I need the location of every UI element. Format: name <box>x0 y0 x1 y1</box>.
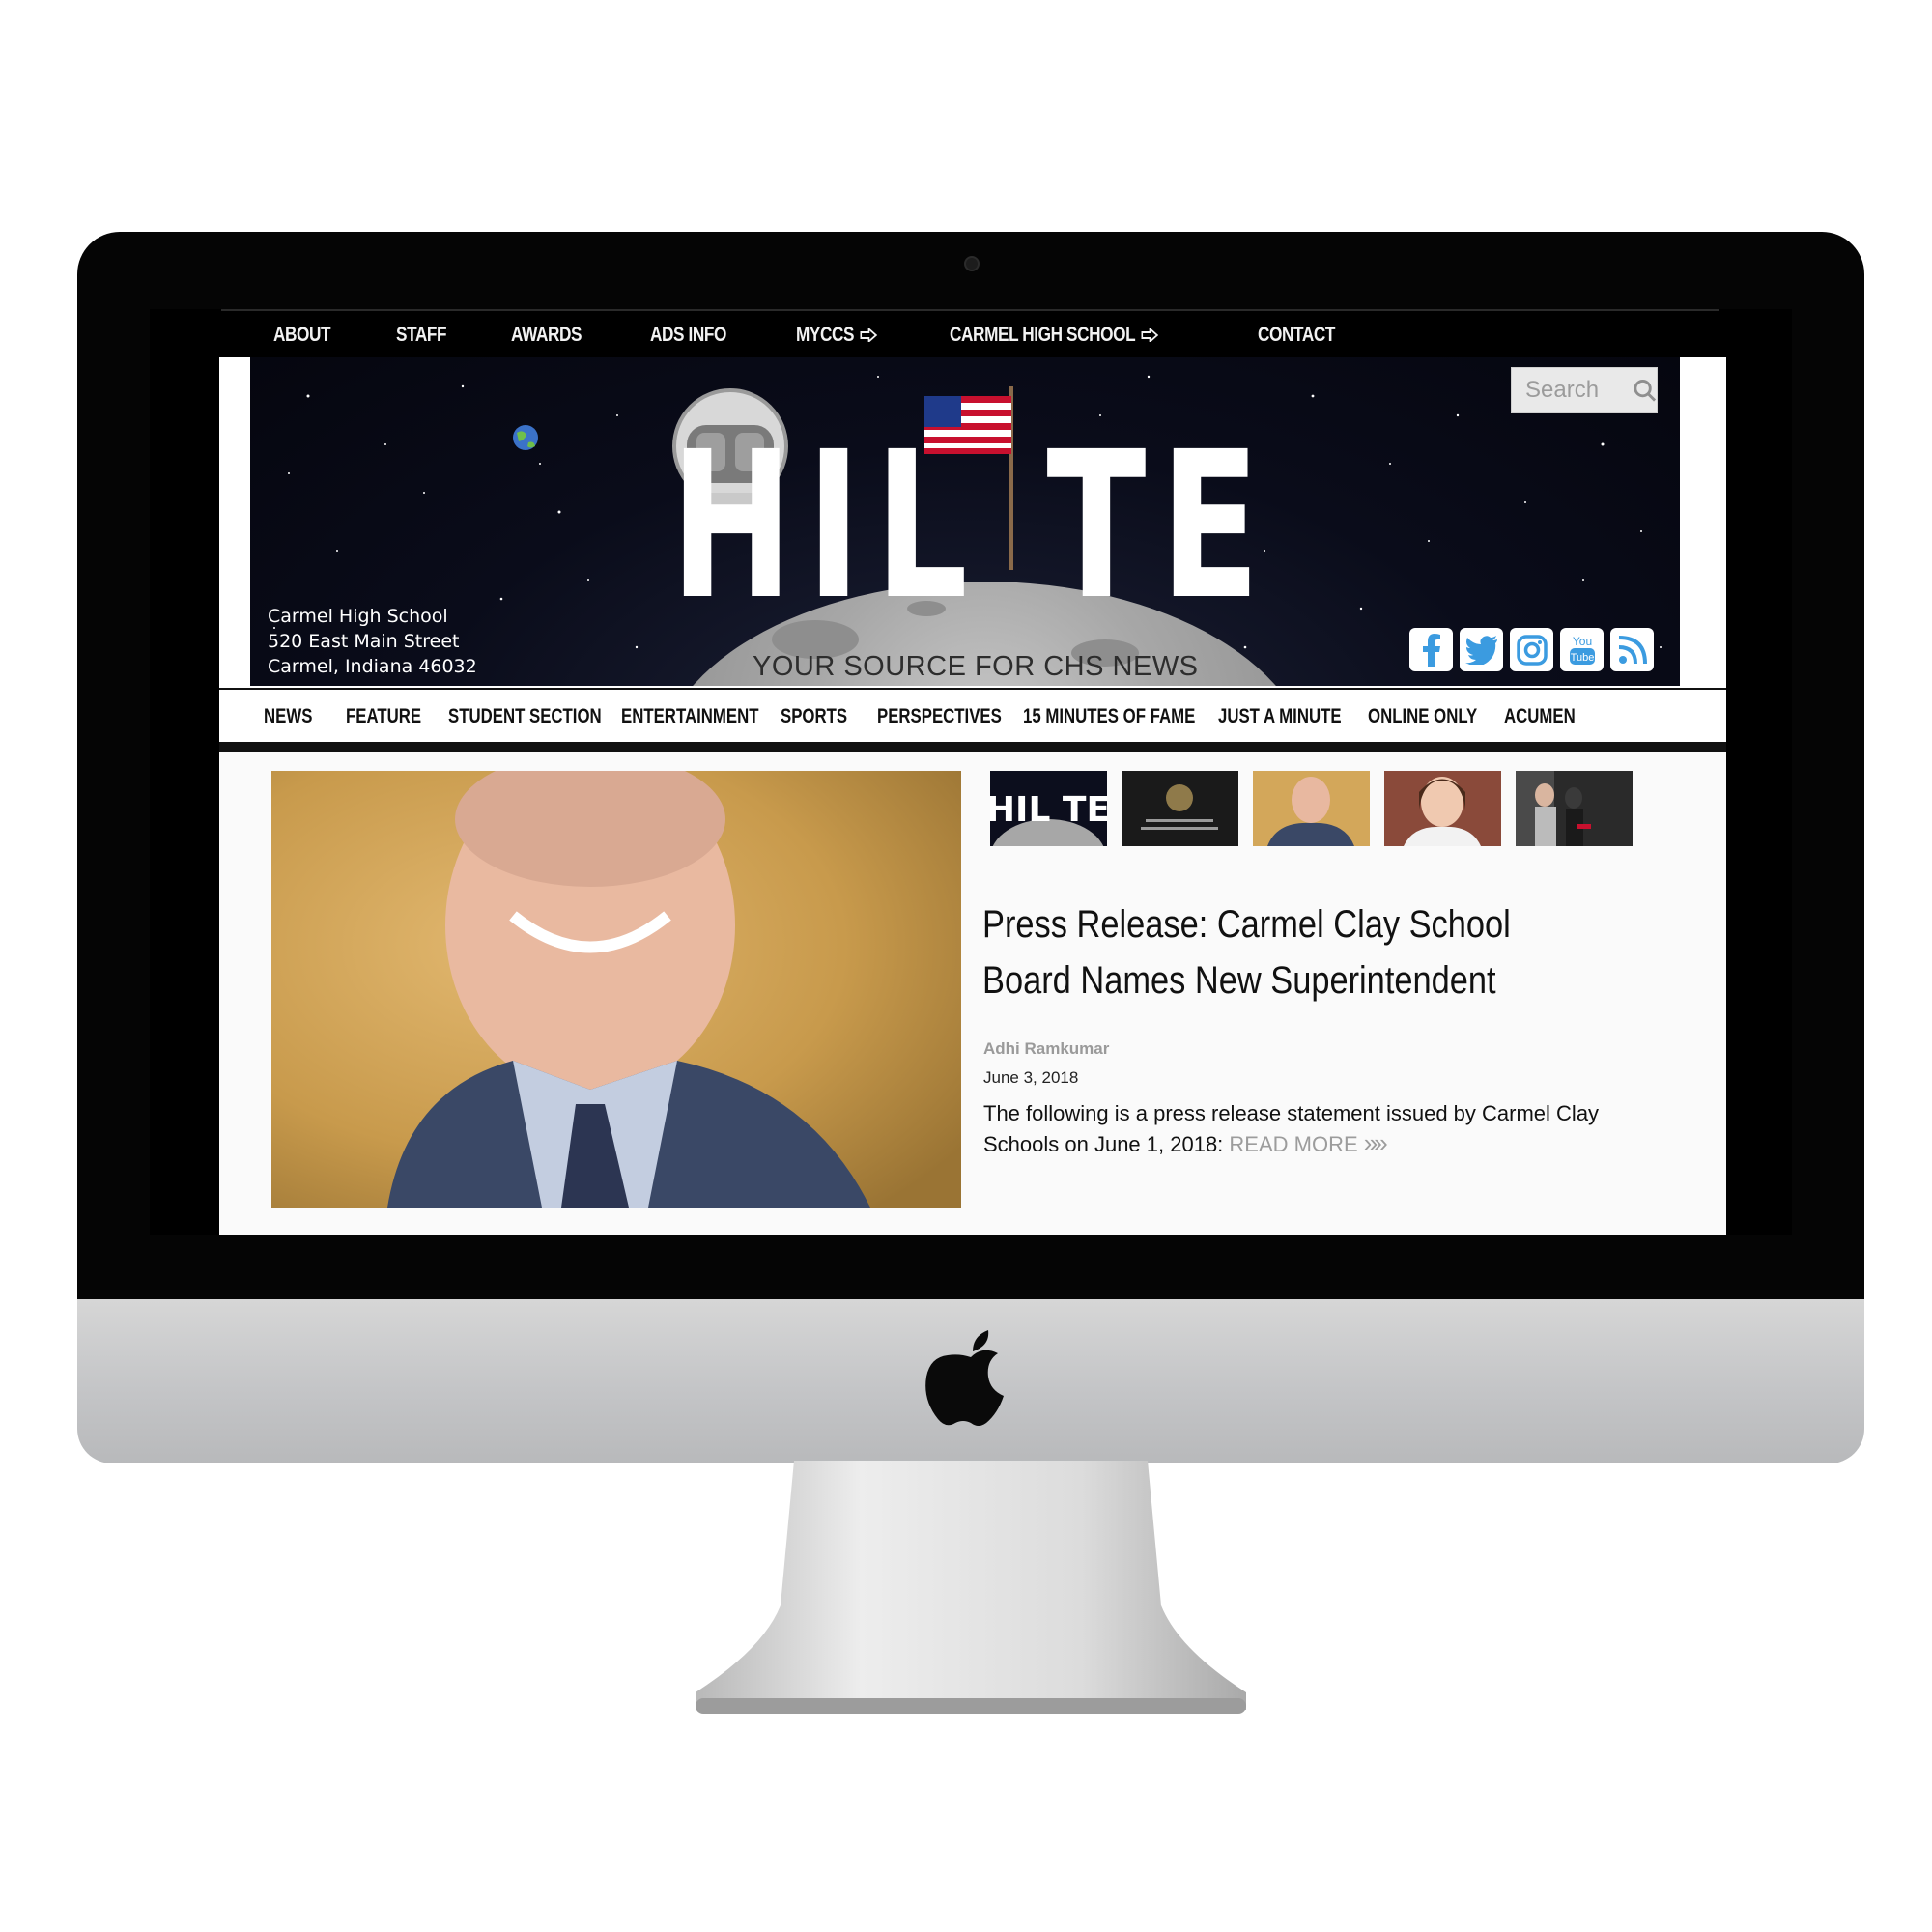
apple-logo-icon <box>925 1330 1004 1426</box>
publish-date: June 3, 2018 <box>983 1068 1079 1087</box>
top-nav-contact[interactable]: Contact <box>1258 324 1335 347</box>
read-more-link[interactable]: READ MORE »» <box>1229 1128 1387 1157</box>
twitter-icon[interactable] <box>1460 628 1503 671</box>
section-nav-just-a-minute[interactable]: Just a Minute <box>1218 705 1342 728</box>
address-line: Carmel High School <box>268 606 448 627</box>
external-arrow-icon <box>861 328 878 342</box>
author-name[interactable]: Adhi Ramkumar <box>983 1039 1109 1059</box>
svg-text:HIL TE: HIL TE <box>990 790 1107 830</box>
webcam-icon <box>964 256 980 271</box>
thumbnail-vr-demo[interactable] <box>1516 771 1633 846</box>
top-nav-label: Carmel High School <box>949 324 1136 346</box>
section-nav-perspectives[interactable]: Perspectives <box>877 705 1002 728</box>
read-more-label: READ MORE <box>1229 1132 1358 1156</box>
search-input[interactable] <box>1523 376 1629 405</box>
top-nav-about[interactable]: About <box>273 324 331 347</box>
earth-icon <box>513 425 538 450</box>
instagram-icon[interactable] <box>1510 628 1553 671</box>
address-line: 520 East Main Street <box>268 631 460 652</box>
top-nav-label: MyCCS <box>796 324 855 346</box>
thumbnail-hilite-logo[interactable]: HIL TE <box>990 771 1107 846</box>
story-thumbnails: HIL TE <box>990 771 1633 846</box>
top-nav-staff[interactable]: Staff <box>396 324 447 347</box>
top-nav-label: Staff <box>396 324 447 346</box>
top-nav: About Staff Awards Ads Info MyCCS Carmel… <box>221 309 1719 360</box>
top-nav-awards[interactable]: Awards <box>511 324 582 347</box>
facebook-icon[interactable] <box>1409 628 1453 671</box>
section-nav-feature[interactable]: Feature <box>346 705 421 728</box>
american-flag-icon <box>924 386 1013 570</box>
featured-story: HIL TE Press Release: Carmel Clay School… <box>219 752 1726 1235</box>
svg-text:Tube: Tube <box>1570 652 1594 664</box>
monitor-stand <box>696 1461 1246 1714</box>
section-nav-student-section[interactable]: Student Section <box>448 705 602 728</box>
section-nav-acumen[interactable]: Acumen <box>1504 705 1576 728</box>
site-tagline: Your source for CHS News <box>753 651 1199 682</box>
featured-story-photo[interactable] <box>271 771 961 1208</box>
featured-headline[interactable]: Press Release: Carmel Clay School Board … <box>982 896 1564 1009</box>
section-nav: News Feature Student Section Entertainme… <box>219 688 1726 746</box>
section-nav-online-only[interactable]: Online Only <box>1368 705 1477 728</box>
top-nav-carmel-high-school[interactable]: Carmel High School <box>950 324 1159 347</box>
top-nav-label: About <box>273 324 331 346</box>
rss-icon[interactable] <box>1610 628 1654 671</box>
top-nav-label: Contact <box>1258 324 1336 346</box>
youtube-icon[interactable]: You Tube <box>1560 628 1604 671</box>
section-nav-entertainment[interactable]: Entertainment <box>621 705 758 728</box>
school-address: Carmel High School 520 East Main Street … <box>268 604 477 679</box>
address-line: Carmel, Indiana 46032 <box>268 656 477 677</box>
screen: About Staff Awards Ads Info MyCCS Carmel… <box>150 309 1792 1235</box>
svg-text:You: You <box>1572 635 1591 648</box>
page: HIL TE Carmel High School 520 East Main … <box>219 357 1726 1235</box>
section-nav-15-minutes-of-fame[interactable]: 15 Minutes of Fame <box>1023 705 1195 728</box>
thumbnail-superintendent[interactable] <box>1253 771 1370 846</box>
story-excerpt: The following is a press release stateme… <box>983 1099 1640 1159</box>
top-nav-label: Ads Info <box>649 324 726 346</box>
section-nav-news[interactable]: News <box>264 705 312 728</box>
social-links: You Tube <box>1409 628 1654 671</box>
top-nav-myccs[interactable]: MyCCS <box>796 324 878 347</box>
external-arrow-icon <box>1141 328 1159 342</box>
thumbnail-student-portrait[interactable] <box>1384 771 1501 846</box>
section-nav-sports[interactable]: Sports <box>781 705 847 728</box>
divider <box>219 742 1726 752</box>
top-nav-ads-info[interactable]: Ads Info <box>650 324 726 347</box>
thumbnail-department-of-justice[interactable] <box>1122 771 1238 846</box>
search-icon[interactable] <box>1633 378 1657 403</box>
top-nav-label: Awards <box>510 324 582 346</box>
search-box[interactable] <box>1511 367 1658 413</box>
masthead-banner: HIL TE Carmel High School 520 East Main … <box>250 357 1680 686</box>
double-chevron-right-icon: »» <box>1363 1128 1388 1157</box>
